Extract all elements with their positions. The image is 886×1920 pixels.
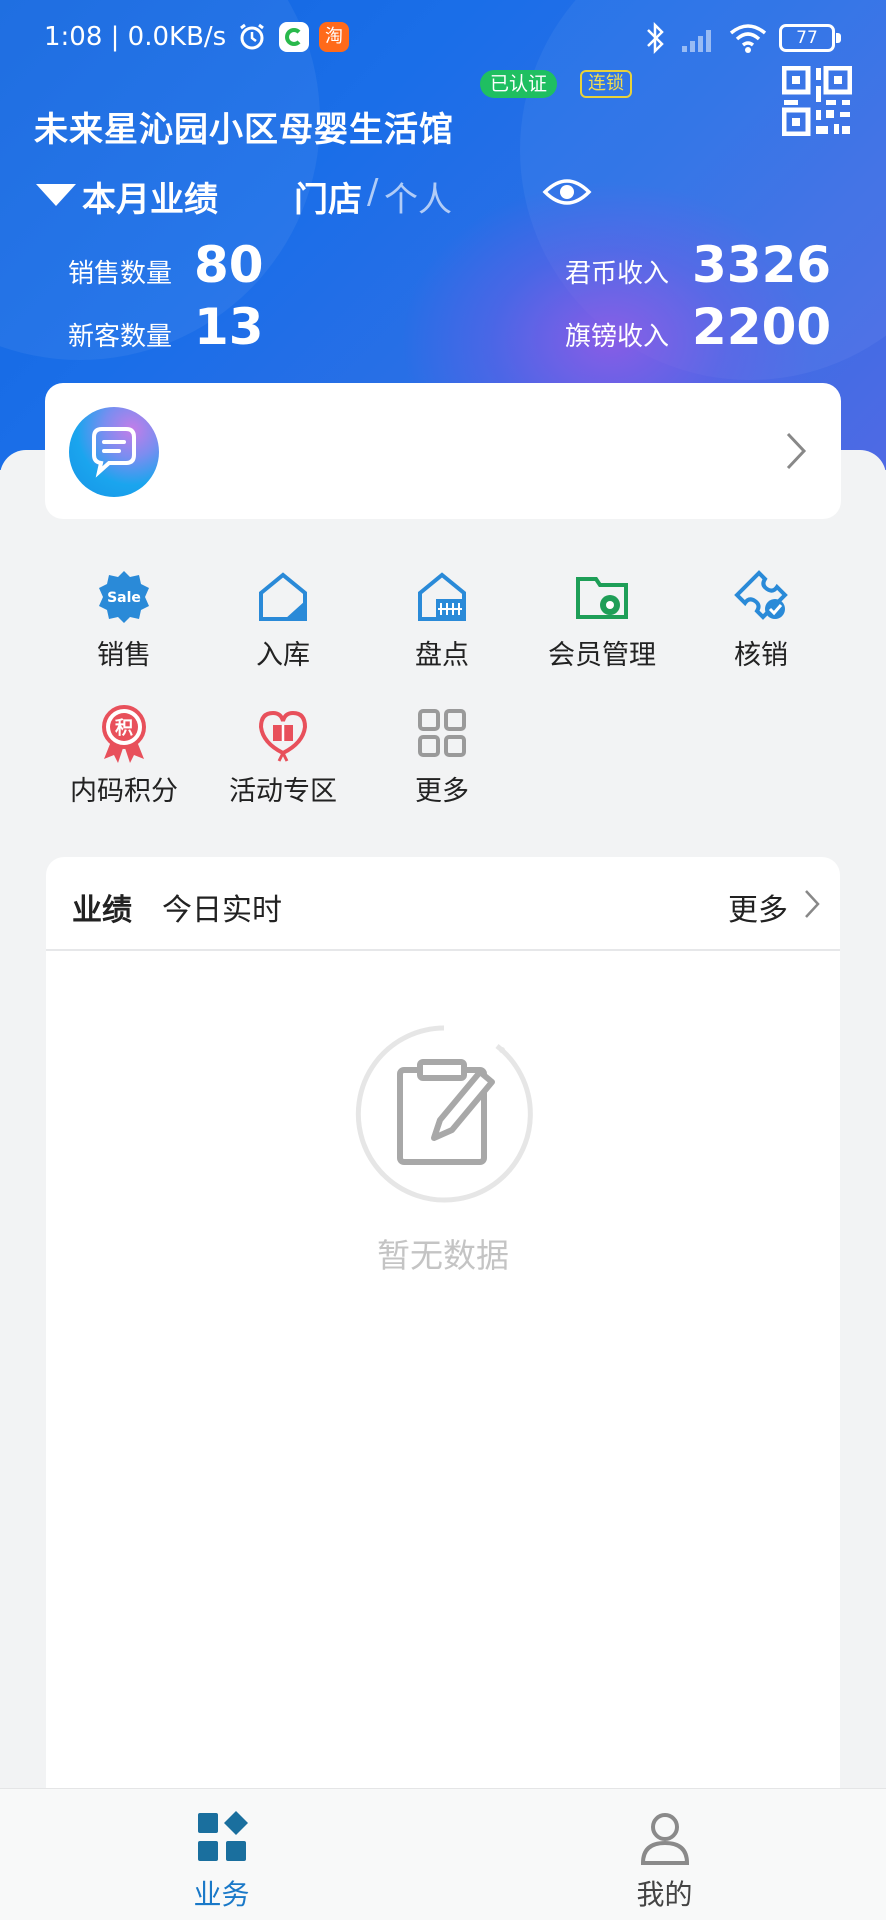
inventory-icon bbox=[418, 572, 466, 621]
battery-icon: 77 bbox=[779, 24, 841, 52]
cell-signal-icon bbox=[682, 30, 711, 52]
sales-qty-label: 销售数量 bbox=[68, 259, 173, 289]
grid-label: 更多 bbox=[415, 776, 469, 807]
grid-label: 内码积分 bbox=[70, 776, 178, 807]
sales-qty-value: 80 bbox=[194, 236, 264, 294]
qr-code-icon[interactable] bbox=[782, 66, 852, 136]
points-badge-icon: 积 bbox=[102, 705, 146, 763]
grid-item-member-management[interactable]: 会员管理 bbox=[527, 567, 677, 687]
grid-item-points[interactable]: 积 内码积分 bbox=[49, 703, 199, 823]
store-name[interactable]: 未来星沁园小区母婴生活馆 bbox=[34, 102, 454, 151]
grid-item-stock-in[interactable]: 入库 bbox=[208, 567, 358, 687]
chain-badge: 连锁 bbox=[580, 70, 632, 98]
period-label: 本月业绩 bbox=[82, 180, 218, 220]
grid-item-more[interactable]: 更多 bbox=[367, 703, 517, 823]
grid-item-inventory[interactable]: 盘点 bbox=[367, 567, 517, 687]
grid-label: 销售 bbox=[97, 640, 151, 671]
chevron-right-icon bbox=[786, 432, 807, 470]
new-customers-value: 13 bbox=[194, 298, 264, 356]
ticket-verify-icon bbox=[734, 570, 788, 620]
performance-more-link[interactable]: 更多 bbox=[728, 885, 788, 929]
member-management-icon bbox=[576, 577, 628, 619]
nav-tab-business[interactable]: 业务 bbox=[0, 1789, 443, 1920]
message-icon bbox=[69, 407, 159, 497]
grid-item-verify[interactable]: 核销 bbox=[686, 567, 836, 687]
business-grid-icon bbox=[197, 1811, 248, 1861]
stock-in-icon bbox=[259, 572, 307, 621]
points-icon-text: 积 bbox=[115, 718, 133, 739]
eye-icon[interactable] bbox=[542, 174, 592, 210]
chevron-right-icon[interactable] bbox=[804, 889, 820, 919]
grid-item-activity[interactable]: 活动专区 bbox=[208, 703, 358, 823]
scope-tab-personal[interactable]: 个人 bbox=[384, 172, 452, 221]
scope-tab-store[interactable]: 门店 bbox=[294, 172, 362, 221]
gift-activity-icon bbox=[258, 710, 308, 762]
scope-separator: / bbox=[367, 172, 379, 212]
sale-badge-icon: Sale bbox=[99, 571, 149, 623]
coin-income-value: 3326 bbox=[692, 236, 832, 294]
grid-label: 入库 bbox=[256, 640, 310, 671]
bluetooth-icon bbox=[647, 21, 664, 55]
flagship-income-value: 2200 bbox=[692, 298, 832, 356]
sale-icon-text: Sale bbox=[107, 590, 141, 606]
status-time-speed: 1:08 | 0.0KB/s bbox=[44, 22, 227, 52]
more-grid-icon bbox=[418, 709, 466, 757]
user-profile-icon bbox=[640, 1813, 689, 1865]
grid-label: 活动专区 bbox=[229, 776, 337, 807]
status-bar: 1:08 | 0.0KB/s 淘 77 bbox=[0, 0, 886, 80]
wifi-icon bbox=[729, 24, 767, 53]
dropdown-triangle-icon bbox=[36, 184, 76, 206]
app-notification-icon bbox=[279, 22, 309, 52]
coin-income-label: 君币收入 bbox=[565, 259, 670, 289]
alarm-icon bbox=[240, 23, 264, 50]
verified-badge: 已认证 bbox=[480, 70, 558, 98]
nav-tab-mine[interactable]: 我的 bbox=[443, 1789, 886, 1920]
grid-label: 会员管理 bbox=[548, 640, 656, 671]
message-card[interactable] bbox=[45, 383, 841, 519]
performance-title: 业绩 bbox=[72, 893, 132, 928]
grid-item-sale[interactable]: Sale 销售 bbox=[49, 567, 199, 687]
nav-label: 业务 bbox=[193, 1878, 250, 1911]
performance-subtitle: 今日实时 bbox=[162, 893, 282, 928]
taobao-notification-icon: 淘 bbox=[319, 22, 349, 52]
bottom-navigation: 业务 我的 bbox=[0, 1788, 886, 1920]
performance-card-header: 业绩 今日实时 更多 bbox=[46, 857, 840, 951]
new-customers-label: 新客数量 bbox=[68, 322, 173, 352]
grid-label: 盘点 bbox=[415, 640, 469, 671]
performance-card: 业绩 今日实时 更多 暂无数据 bbox=[46, 857, 840, 1857]
empty-notepad-icon bbox=[355, 1025, 533, 1203]
flagship-income-label: 旗镑收入 bbox=[565, 322, 670, 352]
battery-level: 77 bbox=[796, 28, 818, 48]
grid-label: 核销 bbox=[734, 640, 788, 671]
empty-state-text: 暂无数据 bbox=[377, 1236, 509, 1275]
nav-label: 我的 bbox=[636, 1878, 693, 1911]
